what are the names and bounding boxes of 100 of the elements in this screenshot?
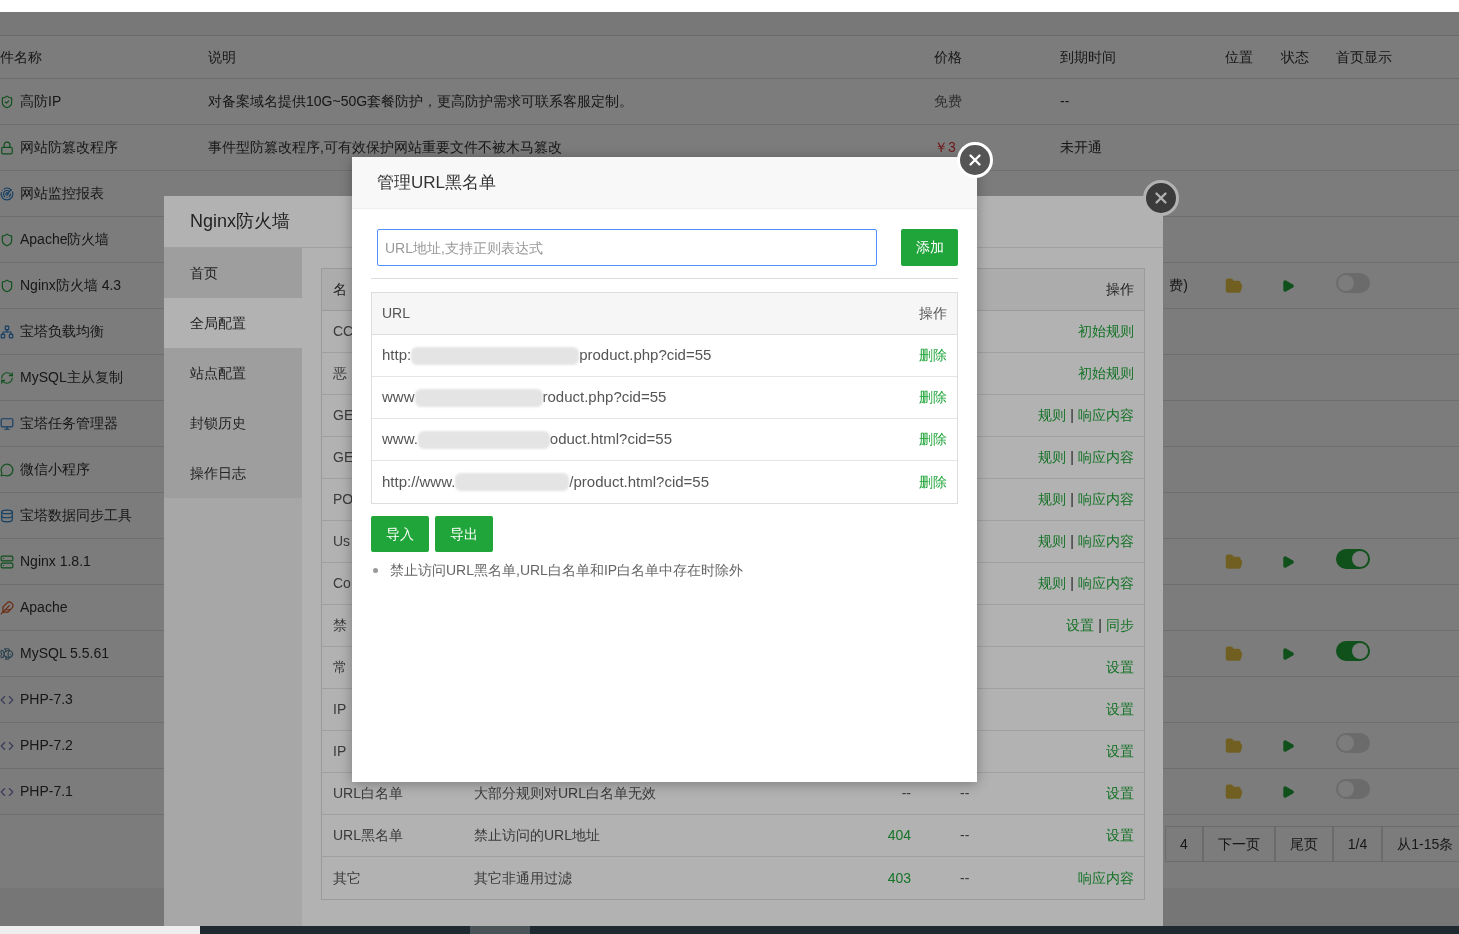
plugin-description: 事件型防篡改程序,可有效保护网站重要文件不被木马篡改 [208,139,562,155]
plugin-price: ￥3 [934,139,956,155]
add-button[interactable]: 添加 [901,229,958,266]
rule-name: CC [333,323,354,339]
action-link[interactable]: 响应内容 [1078,405,1134,426]
action-button[interactable]: 导入 [371,516,429,552]
delete-link[interactable]: 删除 [919,345,947,366]
chat-icon [0,462,14,477]
action-link[interactable]: 设置 [1066,615,1095,636]
action-link[interactable]: 同步 [1106,615,1134,636]
nav-item[interactable]: 首页 [164,248,302,298]
response-code: -- [901,784,911,803]
url-input-field[interactable]: URL地址,支持正则表达式 [377,229,877,266]
lock-icon [0,140,14,155]
plugin-name: MySQL 5.5.61 [20,644,109,663]
column-header: 首页显示 [1336,47,1392,67]
column-header: 件名称 [0,47,42,67]
action-link[interactable]: 设置 [1106,657,1134,678]
play-icon[interactable] [1281,738,1295,753]
action-link[interactable]: 设置 [1106,741,1134,762]
action-link[interactable]: 响应内容 [1078,489,1134,510]
url-end: product.php?cid=55 [579,345,712,366]
action-link[interactable]: 规则 [1038,405,1067,426]
dialog-title: 管理URL黑名单 [377,171,496,194]
action-link[interactable]: 响应内容 [1078,573,1134,594]
plugin-name: PHP-7.2 [20,736,73,755]
pagination-button[interactable]: 1/4 [1332,826,1383,862]
shield-icon [0,278,14,293]
nav-item[interactable]: 封锁历史 [164,398,302,448]
action-link[interactable]: 规则 [1038,573,1067,594]
nav-item[interactable]: 操作日志 [164,448,302,498]
action-link[interactable]: 响应内容 [1078,867,1134,889]
shield-icon [0,232,14,247]
column-header: 到期时间 [1060,47,1116,67]
toggle-switch[interactable] [1336,548,1370,569]
play-icon[interactable] [1281,278,1295,293]
url-start: www. [382,429,418,450]
nav-item[interactable]: 站点配置 [164,348,302,398]
rule-name: PO [333,491,354,507]
delete-link[interactable]: 删除 [919,429,947,450]
rule-name: GE [333,449,354,465]
plugin-name: 宝塔任务管理器 [20,414,118,433]
rule-name: URL白名单 [333,785,403,801]
response-code: 403 [887,868,911,888]
toggle-switch[interactable] [1336,640,1370,661]
table-cell: -- [960,869,970,886]
folder-icon[interactable] [1225,276,1243,295]
separator: | [1070,574,1074,593]
folder-icon[interactable] [1225,782,1243,801]
action-link[interactable]: 设置 [1106,783,1134,804]
action-button[interactable]: 导出 [435,516,493,552]
play-icon[interactable] [1281,554,1295,569]
plugin-name: MySQL主从复制 [20,368,123,387]
delete-link[interactable]: 删除 [919,471,947,493]
pagination-button[interactable]: 从1-15条 [1382,826,1459,862]
separator: | [1098,616,1102,635]
expiry-date: 费) [1169,276,1188,295]
action-link[interactable]: 设置 [1106,699,1134,720]
pagination-button[interactable]: 下一页 [1202,826,1275,862]
folder-icon[interactable] [1225,736,1243,755]
shield-check-icon [0,94,14,109]
action-link[interactable]: 规则 [1038,489,1067,510]
pagination-button[interactable]: 尾页 [1274,826,1333,862]
expiry-date: -- [1060,92,1070,111]
rule-name: GE [333,407,354,423]
play-icon[interactable] [1281,784,1295,799]
action-link[interactable]: 初始规则 [1078,321,1134,342]
network-icon [0,324,14,339]
action-link[interactable]: 响应内容 [1078,531,1134,552]
delete-link[interactable]: 删除 [919,387,947,408]
feather-icon [0,600,14,615]
pagination-button[interactable]: 4 [1165,826,1203,862]
url-start: http: [382,345,412,366]
column-header: 说明 [208,47,236,67]
column-header: 名 [332,280,347,299]
url-end: roduct.php?cid=55 [542,387,667,408]
url-end: oduct.html?cid=55 [549,429,672,450]
plugin-name: PHP-7.3 [20,690,73,709]
nav-item[interactable]: 全局配置 [164,298,302,348]
expiry-date: 未开通 [1060,138,1102,157]
table-cell: -- [960,785,970,801]
action-link[interactable]: 规则 [1038,531,1067,552]
column-header: 操作 [919,304,947,323]
rule-name: 常 [333,659,347,675]
folder-icon[interactable] [1225,552,1243,571]
action-link[interactable]: 响应内容 [1078,447,1134,468]
separator: | [1070,448,1074,467]
play-icon[interactable] [1281,646,1295,661]
plugin-name: PHP-7.1 [20,782,73,801]
plugin-name: Nginx 1.8.1 [20,552,91,571]
action-link[interactable]: 初始规则 [1078,363,1134,384]
action-link[interactable]: 设置 [1106,825,1134,846]
rule-name: Co [333,575,351,591]
close-icon [1152,189,1170,207]
rule-name: 恶 [333,365,347,381]
close-icon [966,151,984,169]
folder-icon[interactable] [1225,644,1243,663]
plugin-name: Apache防火墙 [20,230,110,249]
action-link[interactable]: 规则 [1038,447,1067,468]
database-icon [0,508,14,523]
